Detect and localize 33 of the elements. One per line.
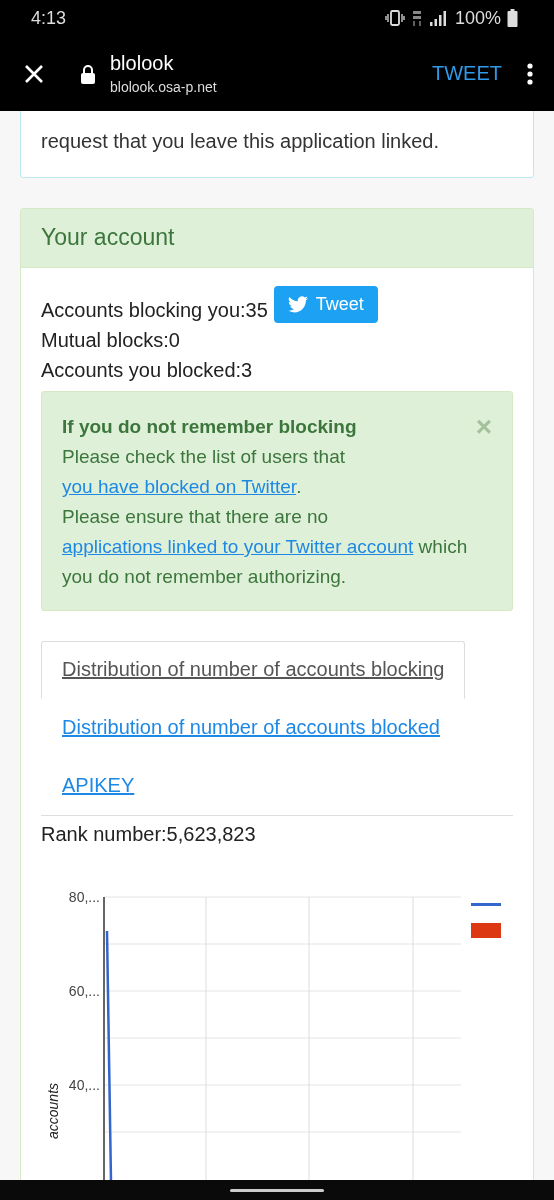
- card-title: Your account: [41, 224, 175, 250]
- alert-text: Please check the list of users that you have blocked on Twitter.: [62, 445, 347, 499]
- y-axis-title: accounts: [45, 1083, 61, 1139]
- y-tick-label: 80,...: [68, 889, 100, 905]
- rank-text: Rank number:5,623,823: [41, 822, 257, 847]
- y-tick-label: 60,...: [68, 983, 100, 999]
- tweet-button[interactable]: Tweet: [273, 286, 378, 323]
- tweet-action-button[interactable]: TWEET: [428, 58, 506, 89]
- stat-text: Accounts blocking you:35: [41, 298, 268, 323]
- page-url: blolook.osa-p.net: [110, 79, 218, 95]
- network-type-icon: [410, 9, 423, 27]
- home-handle[interactable]: [230, 1188, 324, 1192]
- alert-link[interactable]: applications linked to your Twitter account: [62, 536, 414, 557]
- lock-icon: [80, 63, 96, 84]
- close-icon: [24, 63, 44, 84]
- tab[interactable]: Distribution of number of accounts blocking: [41, 641, 466, 699]
- clock-time: 4:13: [31, 7, 67, 29]
- tab[interactable]: Distribution of number of accounts blocked: [41, 699, 461, 757]
- tab[interactable]: APIKEY: [41, 757, 156, 815]
- stat-text: Mutual blocks:0: [41, 328, 180, 353]
- signal-icon: [428, 10, 449, 26]
- more-icon: [526, 62, 534, 85]
- vibrate-icon: [384, 9, 405, 27]
- notice-text: request that you leave this application linked.: [41, 129, 441, 154]
- alert-text: Please ensure that there are no applications linked to your Twitter account which you do not remember authorizing.: [62, 505, 469, 589]
- y-tick-label: 40,...: [68, 1077, 100, 1093]
- alert-link[interactable]: you have blocked on Twitter: [62, 476, 297, 497]
- battery-percent: 100%: [454, 7, 501, 29]
- battery-icon: [507, 9, 518, 27]
- alert-title: If you do not remember blocking: [62, 415, 357, 439]
- page-title: blolook: [110, 52, 175, 75]
- bird-icon: [287, 296, 308, 313]
- stat-text: Accounts you blocked:3: [41, 358, 253, 383]
